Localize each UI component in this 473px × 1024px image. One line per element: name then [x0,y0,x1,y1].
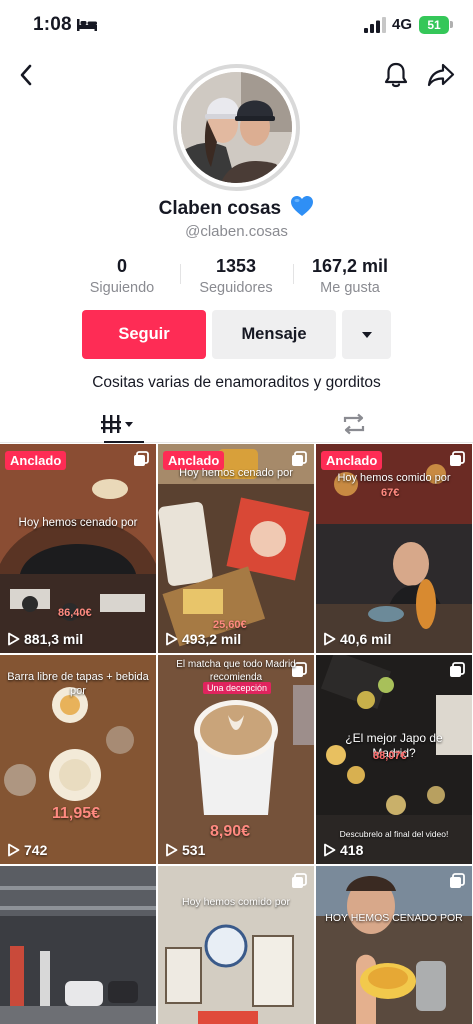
tab-videos[interactable] [0,405,236,443]
video-thumbnail[interactable]: HOY HEMOS CENADO POR [316,866,472,1024]
video-thumbnail[interactable]: El matcha que todo Madrid recomienda Una… [158,655,314,864]
tab-reposts[interactable] [236,405,472,443]
video-thumbnail[interactable] [0,866,156,1024]
stat-likes-value: 167,2 mil [311,256,389,276]
video-views-count: 742 [24,842,48,858]
video-views: 742 [7,842,47,858]
video-price: 86,40€ [58,607,92,619]
stat-divider [180,264,181,284]
share-button[interactable] [424,58,458,92]
video-thumbnail[interactable]: ¿El mejor Japo de Madrid? 88,07€ Descubr… [316,655,472,864]
video-caption: Barra libre de tapas + bebida por [7,671,149,697]
video-views-count: 531 [182,842,206,858]
video-price: 8,90€ [210,823,251,840]
videos-grid-icon [101,415,133,433]
profile-bio: Cositas varias de enamoraditos y gordito… [92,374,381,391]
stat-likes-label: Me gusta [320,280,380,296]
stat-following[interactable]: 0 Siguiendo [70,256,174,296]
video-thumbnail[interactable]: Barra libre de tapas + bebida por 11,95€… [0,655,156,864]
video-thumbnail[interactable]: Anclado Hoy hemos cenado por 86,40€ 881,… [0,444,156,653]
profile-tabs [0,405,473,443]
video-price: 11,95€ [52,805,101,822]
stat-following-value: 0 [116,256,127,276]
avatar-photo [181,72,292,183]
stat-followers-label: Seguidores [199,280,273,296]
follow-button[interactable]: Seguir [82,310,206,359]
video-tag: Una decepción [203,682,272,694]
profile-avatar[interactable] [173,64,300,191]
multi-photo-icon [134,451,149,466]
video-caption: Hoy hemos comido por [182,896,290,908]
video-views-count: 881,3 mil [24,631,84,647]
profile-stats: 0 Siguiendo 1353 Seguidores 167,2 mil Me… [0,256,473,296]
video-thumbnail[interactable]: Anclado Hoy hemos cenado por 25,60€ 493,… [158,444,314,653]
video-views: 418 [323,842,363,858]
video-caption: HOY HEMOS CENADO POR [325,912,463,924]
pinned-badge: Anclado [321,451,383,470]
video-views: 531 [165,842,205,858]
video-price: 67€ [381,487,400,499]
bed-icon [77,19,97,31]
video-price: 88,07€ [373,750,407,762]
video-caption: El matcha que todo Madrid recomienda [176,659,296,683]
profile-handle: @claben.cosas [185,223,288,240]
back-button[interactable] [10,58,42,92]
reposts-icon [343,413,365,435]
message-button[interactable]: Mensaje [212,310,336,359]
play-icon [166,843,178,857]
stat-following-label: Siguiendo [89,280,155,296]
video-views: 40,6 mil [323,631,391,647]
pinned-badge: Anclado [5,451,67,470]
video-views-count: 40,6 mil [340,631,392,647]
profile-name-text: Claben cosas [158,198,282,219]
play-icon [166,632,178,646]
signal-icon [364,17,386,33]
profile-name: Claben cosas [0,195,473,220]
multi-photo-icon [450,451,465,466]
video-price: 25,60€ [213,619,247,631]
stat-divider [293,264,294,284]
stat-followers[interactable]: 1353 Seguidores [184,256,288,296]
video-views: 493,2 mil [165,631,241,647]
battery-indicator: 51 [419,16,449,34]
stat-likes[interactable]: 167,2 mil Me gusta [297,256,403,296]
video-thumbnail-image [158,866,314,1024]
multi-photo-icon [292,451,307,466]
video-thumbnail-image [316,866,472,1024]
video-views-count: 418 [340,842,364,858]
multi-photo-icon [450,662,465,677]
suggested-accounts-button[interactable] [342,310,391,359]
blue-heart-icon [291,196,314,216]
video-grid: Anclado Hoy hemos cenado por 86,40€ 881,… [0,444,473,1024]
status-bar: 1:08 4G 51 [0,0,473,50]
play-icon [324,843,336,857]
share-icon [427,63,455,87]
notifications-button[interactable] [380,58,412,92]
back-icon [20,64,32,86]
video-caption: Hoy hemos cenado por [179,467,293,479]
play-icon [8,632,20,646]
video-thumbnail[interactable]: Anclado Hoy hemos comido por 67€ 40,6 mi… [316,444,472,653]
video-caption: Hoy hemos cenado por [18,517,138,529]
play-icon [8,843,20,857]
bell-icon [384,62,408,88]
video-thumbnail-image [0,866,156,1024]
multi-photo-icon [450,873,465,888]
video-extra-caption: Descubrelo al final del video! [339,829,449,839]
video-thumbnail[interactable]: Hoy hemos comido por [158,866,314,1024]
status-time: 1:08 [33,14,72,35]
video-views-count: 493,2 mil [182,631,242,647]
video-caption: Hoy hemos comido por [337,472,451,484]
battery-cap [450,21,453,28]
play-icon [324,632,336,646]
multi-photo-icon [292,873,307,888]
active-tab-indicator [104,441,144,443]
network-label: 4G [392,16,413,33]
stat-followers-value: 1353 [215,256,257,276]
video-views: 881,3 mil [7,631,83,647]
caret-down-icon [361,331,372,338]
video-thumbnail-image [0,444,156,653]
